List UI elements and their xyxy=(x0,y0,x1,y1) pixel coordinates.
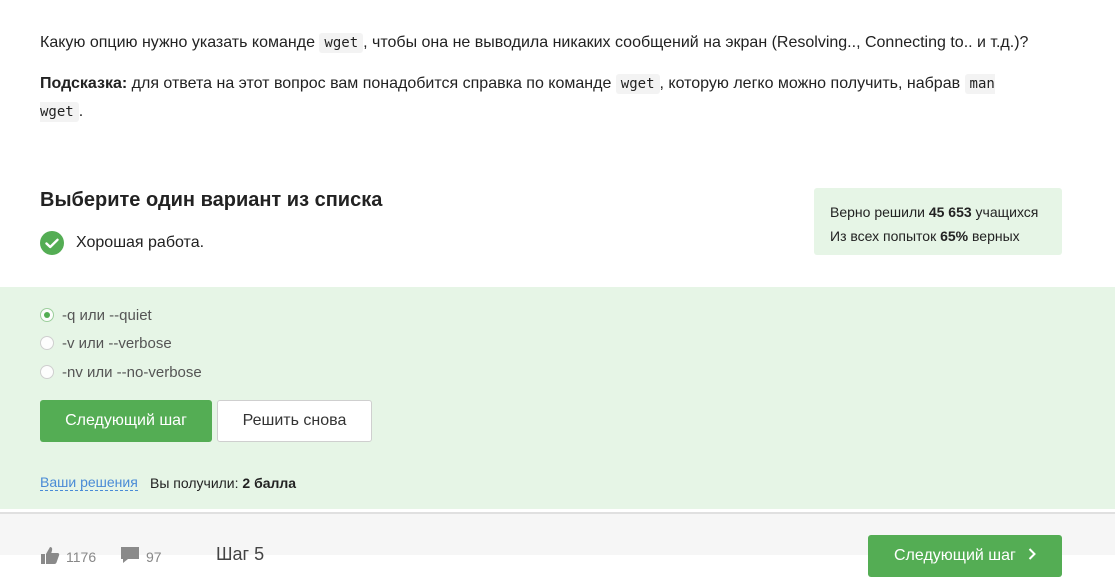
footer-next-step-button[interactable]: Следующий шаг xyxy=(868,535,1062,577)
stats-panel: Верно решили 45 653 учащихся Из всех поп… xyxy=(814,188,1062,255)
option-label: -nv или --no-verbose xyxy=(62,363,202,381)
radio-unchecked[interactable] xyxy=(40,365,54,379)
feedback-text: Хорошая работа. xyxy=(76,234,205,251)
next-step-button[interactable]: Следующий шаг xyxy=(40,400,212,442)
footer-bar: 1176 97 Шаг 5 Следующий шаг xyxy=(0,514,1115,577)
option-label: -v или --verbose xyxy=(62,334,172,352)
score-text: Вы получили: 2 балла xyxy=(150,475,297,491)
chevron-right-icon xyxy=(1028,547,1037,564)
check-icon xyxy=(40,231,64,255)
likes-count: 1176 xyxy=(66,548,97,565)
like-button[interactable]: 1176 xyxy=(40,546,96,567)
hint-label: Подсказка: xyxy=(40,75,128,92)
stats-solved: Верно решили 45 653 учащихся xyxy=(830,204,1039,220)
solve-again-button[interactable]: Решить снова xyxy=(217,400,372,442)
stats-attempts: Из всех попыток 65% верных xyxy=(830,228,1020,244)
option-label: -q или --quiet xyxy=(62,306,152,324)
hint-text: Подсказка: для ответа на этот вопрос вам… xyxy=(40,74,995,122)
radio-checked[interactable] xyxy=(40,308,54,322)
option-quiet[interactable]: -q или --quiet xyxy=(40,305,152,325)
task-heading: Выберите один вариант из списка xyxy=(40,189,383,211)
comments-button[interactable]: 97 xyxy=(120,546,162,567)
your-solutions-link[interactable]: Ваши решения xyxy=(40,474,138,491)
option-verbose[interactable]: -v или --verbose xyxy=(40,333,172,353)
hint-code-wget: wget xyxy=(615,74,660,94)
question-text: Какую опцию нужно указать команде wget, … xyxy=(40,33,1029,53)
feedback-message: Хорошая работа. xyxy=(40,231,204,255)
score-value: 2 балла xyxy=(242,475,297,491)
comments-count: 97 xyxy=(146,548,162,565)
comment-icon xyxy=(120,546,146,567)
thumbs-up-icon xyxy=(40,546,66,567)
option-no-verbose[interactable]: -nv или --no-verbose xyxy=(40,362,202,382)
footer-next-step-label: Следующий шаг xyxy=(894,547,1016,564)
question-code: wget xyxy=(319,33,364,53)
radio-unchecked[interactable] xyxy=(40,336,54,350)
